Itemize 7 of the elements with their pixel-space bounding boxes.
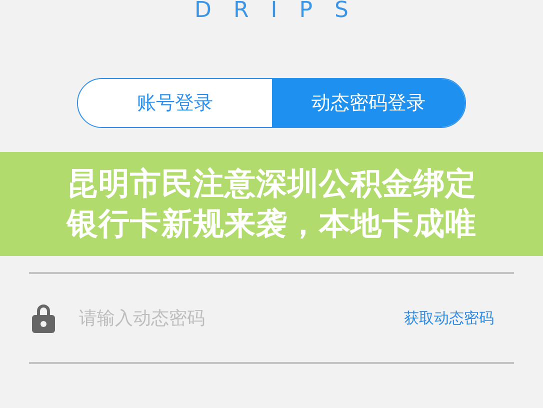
login-tab[interactable]: 账号登录: [78, 79, 272, 127]
lock-icon: [32, 303, 55, 333]
get-code-link[interactable]: 获取动态密码: [404, 308, 494, 328]
headline-text: 银行卡新规来袭，本地卡成唯: [66, 205, 476, 244]
headline-text: 昆明市民注意深圳公积金绑定: [66, 165, 476, 204]
app-logo: DRIPS: [194, 0, 370, 22]
login-tab[interactable]: 动态密码登录: [272, 79, 465, 127]
